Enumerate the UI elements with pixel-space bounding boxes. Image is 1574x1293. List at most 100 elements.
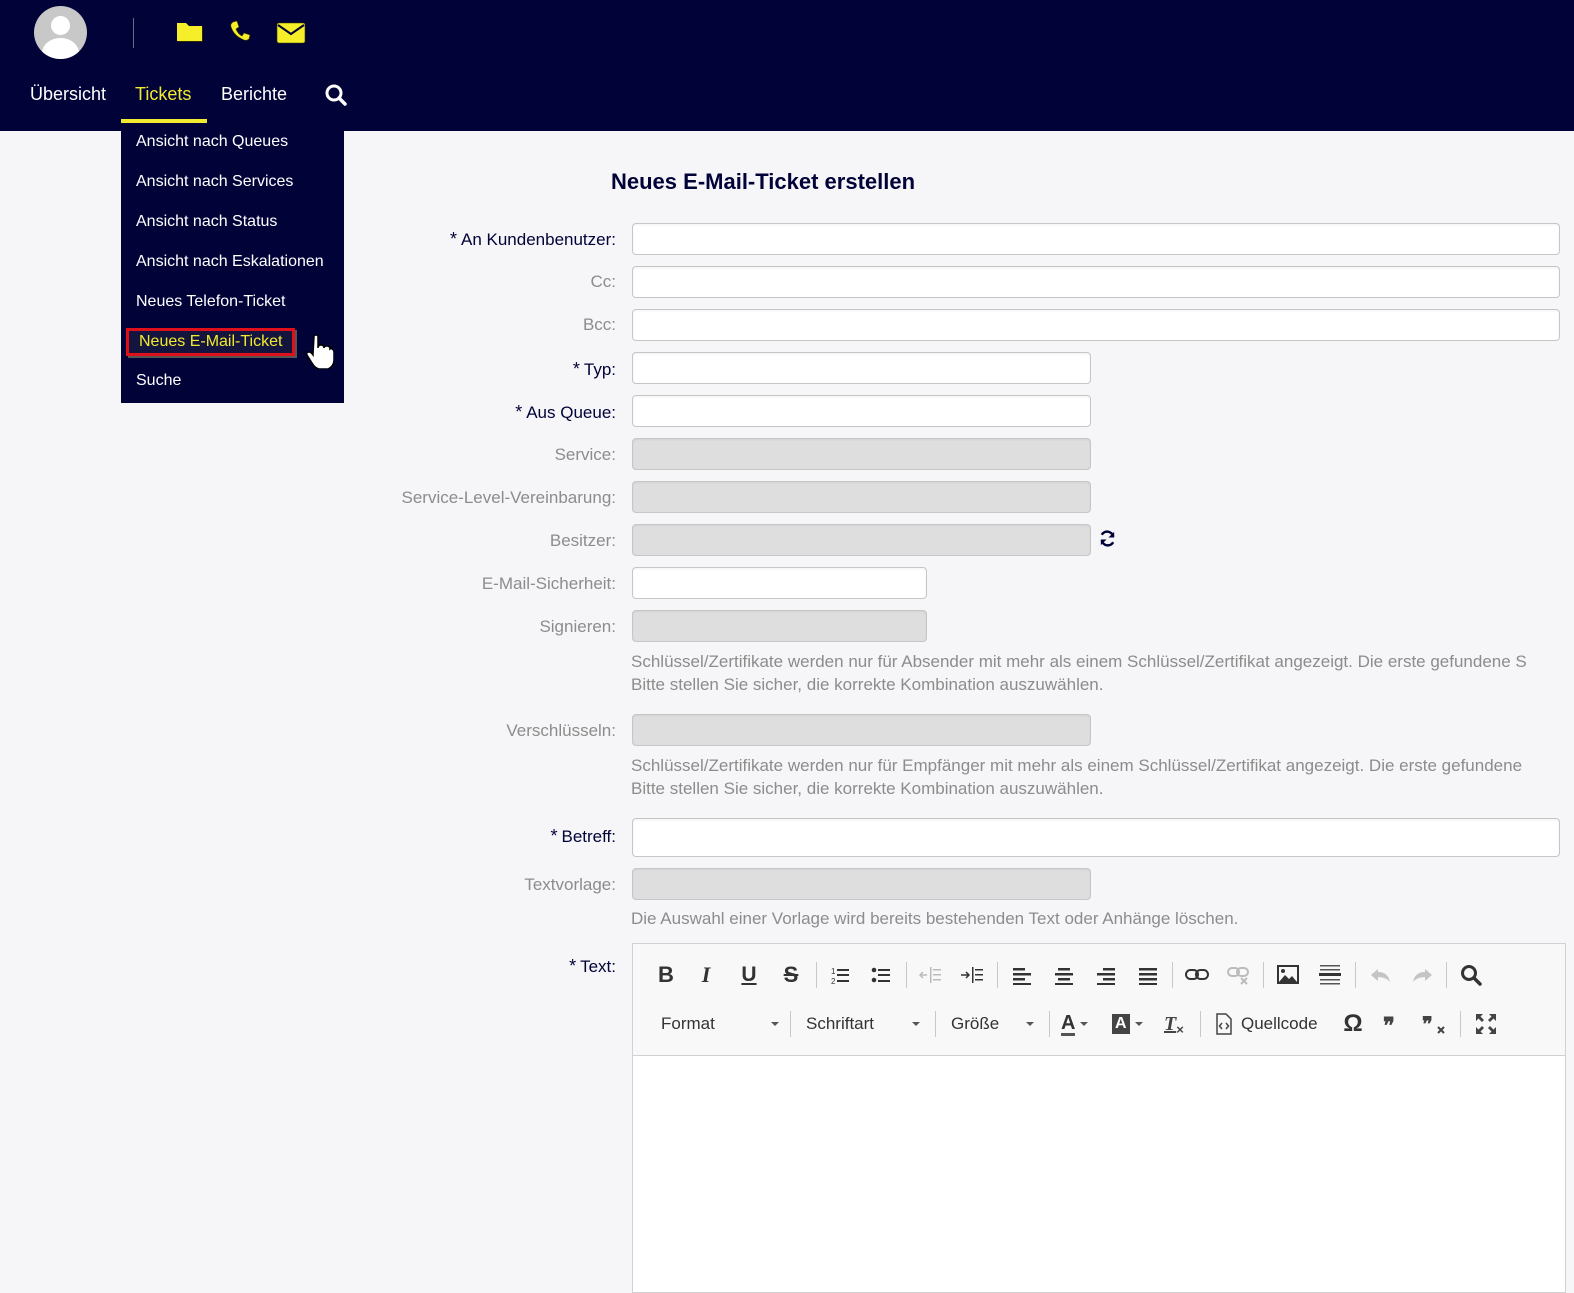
subject-label-text: Betreff: — [561, 827, 617, 846]
sign-hint: Schlüssel/Zertifikate werden nur für Abs… — [631, 650, 1527, 696]
toolbar-separator — [935, 1011, 936, 1037]
chevron-down-icon — [771, 1022, 779, 1026]
justify-icon[interactable] — [1133, 960, 1163, 990]
type-select[interactable] — [632, 352, 1091, 384]
menu-item-new-email-ticket[interactable]: Neues E-Mail-Ticket — [126, 328, 296, 356]
sign-label: Signieren: — [539, 617, 616, 636]
bulleted-list-icon[interactable] — [867, 960, 897, 990]
envelope-icon[interactable] — [276, 18, 306, 46]
phone-icon[interactable] — [228, 18, 252, 46]
toolbar-separator — [816, 962, 817, 988]
encrypt-select[interactable] — [632, 714, 1091, 746]
text-color-button[interactable]: A — [1061, 1009, 1089, 1039]
horizontal-line-icon[interactable] — [1315, 960, 1345, 990]
chevron-down-icon — [1080, 1022, 1089, 1026]
nav-reports[interactable]: Berichte — [221, 84, 287, 105]
encrypt-hint-line-1: Schlüssel/Zertifikate werden nur für Emp… — [631, 756, 1523, 775]
sign-select[interactable] — [632, 610, 927, 642]
bcc-label: Bcc: — [582, 315, 616, 334]
editor-toolbar: B I U S 1 2 Format Schriftart Größe A A … — [633, 944, 1565, 1056]
cc-label: Cc: — [590, 272, 617, 291]
toolbar-separator — [1049, 1011, 1050, 1037]
menu-item-search[interactable]: Suche — [136, 372, 181, 390]
queue-label-text: Aus Queue: — [526, 403, 616, 422]
text-color-icon: A — [1061, 1011, 1076, 1036]
background-color-button[interactable]: A — [1112, 1009, 1143, 1039]
text-label-text: Text: — [580, 957, 616, 976]
email-security-select[interactable] — [632, 567, 927, 599]
maximize-icon[interactable] — [1471, 1009, 1501, 1039]
type-label: * Typ: — [573, 359, 616, 380]
menu-item-service-view[interactable]: Ansicht nach Services — [136, 173, 293, 191]
cc-input[interactable] — [632, 266, 1560, 298]
toolbar-separator — [997, 962, 998, 988]
chevron-down-icon — [1026, 1022, 1034, 1026]
toolbar-separator — [790, 1011, 791, 1037]
italic-icon[interactable]: I — [691, 960, 721, 990]
type-label-text: Typ: — [583, 360, 616, 379]
template-select[interactable] — [632, 868, 1091, 900]
queue-label: * Aus Queue: — [515, 402, 616, 423]
subject-input[interactable] — [632, 818, 1560, 857]
indent-icon[interactable] — [958, 960, 988, 990]
chevron-down-icon — [912, 1022, 920, 1026]
customer-user-label: * An Kundenbenutzer: — [450, 229, 616, 250]
toolbar-separator — [1355, 962, 1356, 988]
find-icon[interactable] — [1456, 960, 1486, 990]
link-icon[interactable] — [1182, 960, 1212, 990]
text-label: * Text: — [569, 956, 616, 977]
avatar[interactable] — [34, 6, 87, 59]
nav-overview[interactable]: Übersicht — [30, 84, 106, 105]
bcc-input[interactable] — [632, 309, 1560, 341]
numbered-list-icon[interactable]: 1 2 — [826, 960, 856, 990]
sla-label: Service-Level-Vereinbarung: — [401, 488, 616, 507]
align-right-icon[interactable] — [1091, 960, 1121, 990]
sla-select[interactable] — [632, 481, 1091, 513]
required-marker: * — [550, 826, 558, 846]
remove-format-icon: T — [1164, 1012, 1177, 1035]
rich-text-editor: B I U S 1 2 Format Schriftart Größe A A … — [632, 943, 1566, 1293]
toolbar-separator — [1263, 962, 1264, 988]
remove-format-button[interactable]: T × — [1164, 1009, 1184, 1039]
outdent-icon[interactable] — [916, 960, 946, 990]
bold-icon[interactable]: B — [651, 960, 681, 990]
nav-tickets[interactable]: Tickets — [135, 84, 191, 105]
top-bar: Übersicht Tickets Berichte — [0, 0, 1574, 131]
hand-cursor-icon — [306, 334, 334, 369]
menu-item-new-phone-ticket[interactable]: Neues Telefon-Ticket — [136, 293, 285, 311]
queue-select[interactable] — [632, 395, 1091, 427]
font-dropdown-label: Schriftart — [806, 1014, 875, 1033]
redo-icon[interactable] — [1407, 960, 1437, 990]
undo-icon[interactable] — [1366, 960, 1396, 990]
owner-select[interactable] — [632, 524, 1091, 556]
toolbar-separator — [1446, 962, 1447, 988]
service-select[interactable] — [632, 438, 1091, 470]
format-dropdown[interactable]: Format — [661, 1009, 779, 1039]
editor-body[interactable] — [633, 1057, 1565, 1292]
underline-icon[interactable]: U — [734, 960, 764, 990]
remove-blockquote-icon[interactable]: ❞ — [1420, 1009, 1450, 1039]
menu-item-queue-view[interactable]: Ansicht nach Queues — [136, 133, 288, 151]
svg-text:1: 1 — [831, 967, 836, 976]
font-dropdown[interactable]: Schriftart — [806, 1009, 920, 1039]
unlink-icon[interactable] — [1224, 960, 1254, 990]
folder-icon[interactable] — [176, 18, 203, 46]
strikethrough-icon[interactable]: S — [776, 960, 806, 990]
encrypt-label: Verschlüsseln: — [506, 721, 616, 740]
chevron-down-icon — [1134, 1022, 1143, 1026]
search-icon[interactable] — [324, 83, 348, 107]
size-dropdown[interactable]: Größe — [951, 1009, 1034, 1039]
align-center-icon[interactable] — [1049, 960, 1079, 990]
source-code-button[interactable]: Quellcode — [1215, 1009, 1318, 1039]
size-dropdown-label: Größe — [951, 1014, 1000, 1033]
blockquote-icon[interactable]: ❞ — [1379, 1009, 1409, 1039]
menu-item-escalation-view[interactable]: Ansicht nach Eskalationen — [136, 253, 324, 271]
refresh-icon[interactable] — [1098, 529, 1117, 548]
image-icon[interactable] — [1273, 960, 1303, 990]
special-character-icon[interactable]: Ω — [1338, 1009, 1368, 1039]
menu-item-status-view[interactable]: Ansicht nach Status — [136, 213, 277, 231]
avatar-head — [51, 16, 70, 35]
svg-text:❞: ❞ — [1383, 1013, 1395, 1038]
customer-user-input[interactable] — [632, 223, 1560, 255]
align-left-icon[interactable] — [1007, 960, 1037, 990]
